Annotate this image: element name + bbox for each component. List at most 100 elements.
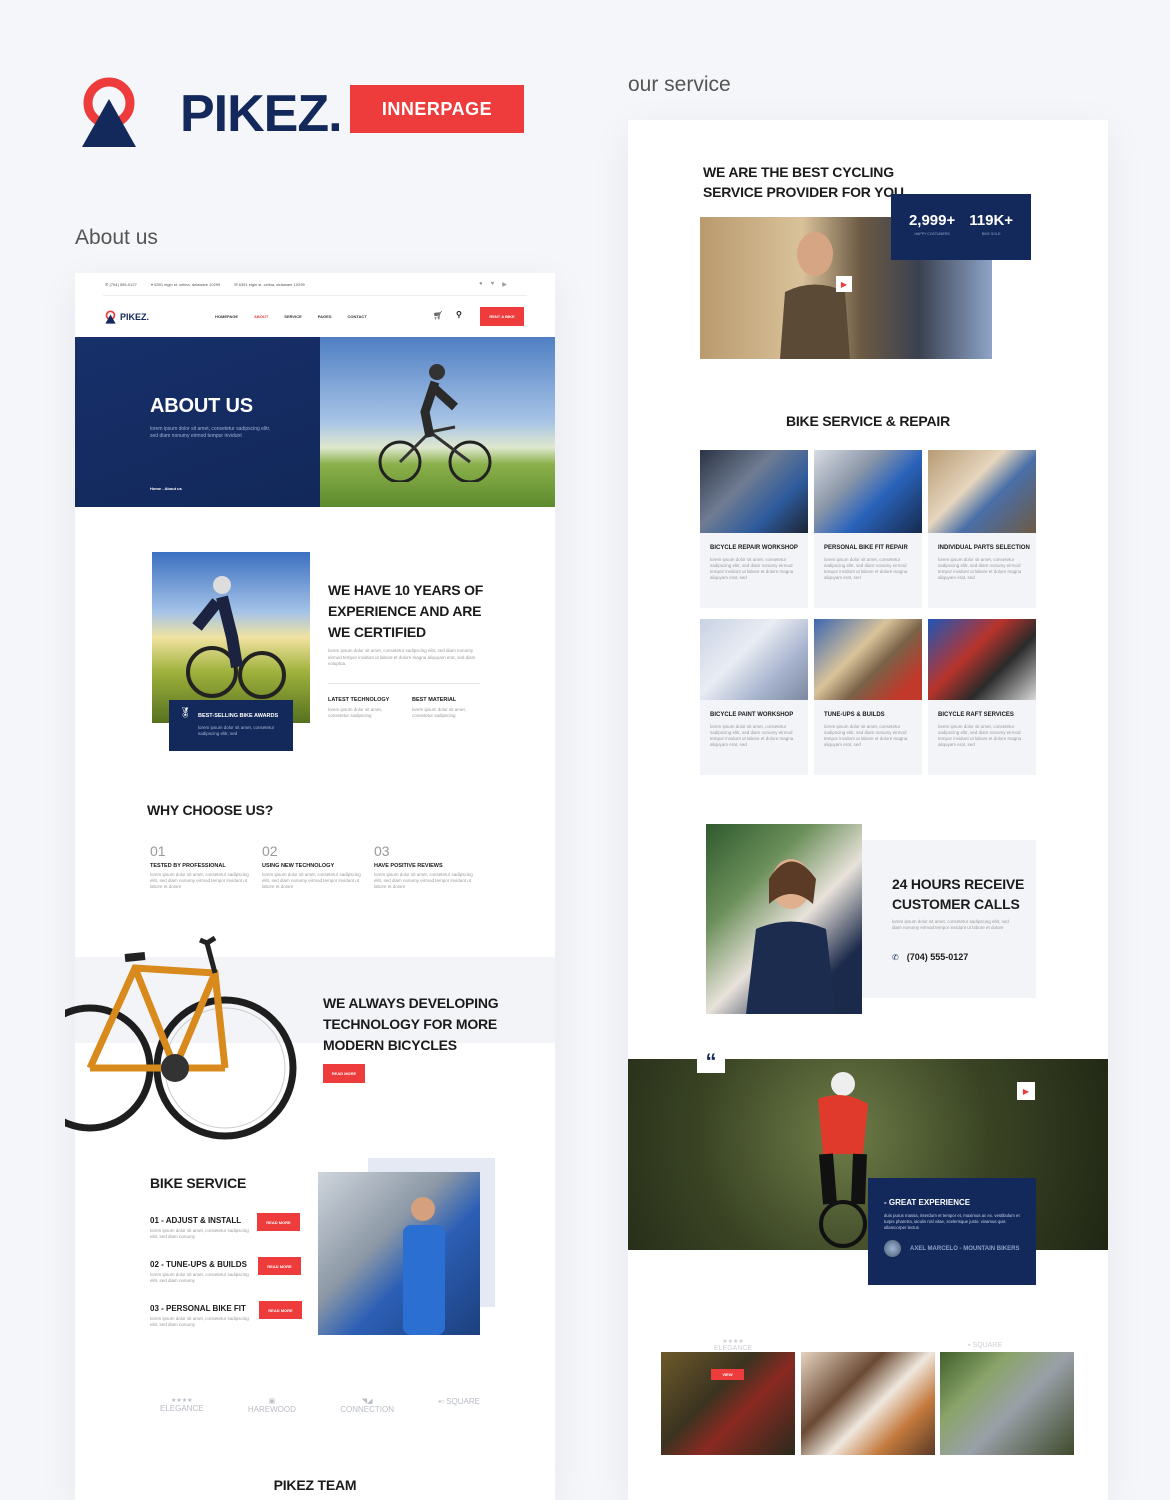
nav-homepage[interactable]: HOMEPAGE — [215, 314, 238, 319]
search-icon[interactable]: ⚲ — [456, 310, 462, 319]
hero-text: lorem ipsum dolor sit amet, consetetur s… — [150, 426, 271, 439]
service-item: 03 - PERSONAL BIKE FIT lorem ipsum dolor… — [150, 1301, 310, 1328]
topbar: ✆ (704) 555-0127 ⌖ 6391 elgin st. celina… — [105, 282, 305, 287]
gallery-photo[interactable]: VIEW — [661, 1352, 795, 1455]
hero-banner: ABOUT US lorem ipsum dolor sit amet, con… — [75, 337, 320, 507]
feature-material: BEST MATERIAL lorem ipsum dolor sit amet… — [412, 697, 487, 719]
twitter-icon[interactable]: ♥ — [491, 281, 495, 288]
topbar-address: 6391 elgin st. celina, delaware 10299 — [154, 282, 221, 287]
card-title: BICYCLE RAFT SERVICES — [938, 712, 1014, 718]
partner-name: SQUARE — [446, 1397, 480, 1406]
nav-about[interactable]: ABOUT — [254, 314, 268, 319]
card-text: lorem ipsum dolor sit amet, consetetur s… — [824, 557, 908, 580]
play-button[interactable]: ▶ — [836, 276, 852, 292]
bike-service-title: BIKE SERVICE — [150, 1175, 247, 1191]
mechanic-figure — [403, 1197, 445, 1335]
read-more-button[interactable]: READ MORE — [259, 1301, 302, 1319]
service-card[interactable]: PERSONAL BIKE FIT REPAIR lorem ipsum dolo… — [814, 450, 922, 608]
partner-logo-connection: ◥◢ CONNECTION — [340, 1398, 394, 1414]
repair-title: BIKE SERVICE & REPAIR — [785, 413, 951, 429]
why-item-title: HAVE POSITIVE REVIEWS — [374, 863, 443, 869]
stat-label: BIKE SOLD — [981, 232, 1001, 236]
view-button[interactable]: VIEW — [711, 1369, 744, 1380]
service-card[interactable]: BICYCLE RAFT SERVICES lorem ipsum dolor s… — [928, 619, 1036, 775]
card-photo — [814, 619, 922, 700]
card-text: lorem ipsum dolor sit amet, consetetur s… — [710, 724, 794, 747]
title-line: SERVICE PROVIDER FOR YOU — [703, 184, 904, 200]
youtube-icon[interactable]: ▶ — [502, 281, 507, 288]
calls-title: 24 HOURS RECEIVE CUSTOMER CALLS — [892, 874, 1024, 914]
divider — [103, 295, 527, 296]
facebook-icon[interactable]: ● — [479, 281, 483, 288]
nav-service[interactable]: SERVICE — [284, 314, 302, 319]
card-photo — [700, 450, 808, 533]
team-title: PIKEZ TEAM — [273, 1477, 357, 1493]
why-item: 01 TESTED BY PROFESSIONAL lorem ipsum do… — [150, 843, 250, 890]
quote-icon: “ — [697, 1045, 725, 1074]
title-line: WE ALWAYS DEVELOPING — [323, 995, 499, 1011]
feature-text: lorem ipsum dolor sit amet, consetetur s… — [412, 707, 467, 718]
agent-figure — [746, 859, 836, 1014]
read-more-button[interactable]: READ MORE — [258, 1257, 301, 1275]
award-icon: 🏅︎ — [179, 708, 192, 719]
service-item-text: lorem ipsum dolor sit amet, consetetur s… — [150, 1228, 249, 1239]
title-line: CUSTOMER CALLS — [892, 896, 1020, 912]
feature-title: BEST MATERIAL — [412, 697, 457, 703]
nav-contact[interactable]: CONTACT — [348, 314, 367, 319]
mechanic-photo — [318, 1172, 480, 1335]
breadcrumb[interactable]: Home - About us — [150, 486, 182, 491]
partner-name: SQUARE — [972, 1342, 1002, 1349]
award-text: lorem ipsum dolor sit amet, consetetur s… — [198, 725, 275, 736]
why-item: 03 HAVE POSITIVE REVIEWS lorem ipsum dol… — [374, 843, 474, 890]
card-title: BICYCLE PAINT WORKSHOP — [710, 712, 794, 718]
service-card[interactable]: TUNE-UPS & BUILDS lorem ipsum dolor sit a… — [814, 619, 922, 775]
topbar-email: 6391 elgin st. celina, delaware 10299 — [238, 282, 305, 287]
address-info: ⌖ 6391 elgin st. celina, delaware 10299 — [150, 282, 221, 287]
card-photo — [814, 450, 922, 533]
service-page-preview: WE ARE THE BEST CYCLING SERVICE PROVIDER… — [628, 120, 1108, 1500]
testimonial-author: AXEL MARCELO - MOUNTAIN BIKERS — [884, 1240, 1020, 1257]
gallery-photo[interactable] — [801, 1352, 935, 1455]
card-title: INDIVIDUAL PARTS SELECTION — [938, 545, 1030, 551]
rent-a-bike-button[interactable]: RENT A BIKE — [480, 307, 524, 326]
stats-box: 2,999+ HAPPY COSTUMERS 119K+ BIKE SOLD — [891, 194, 1031, 260]
cart-icon[interactable]: 🛒︎ — [433, 311, 443, 320]
nav-logo-text: PIKEZ. — [120, 312, 150, 322]
service-card[interactable]: INDIVIDUAL PARTS SELECTION lorem ipsum do… — [928, 450, 1036, 608]
service-card[interactable]: BICYCLE PAINT WORKSHOP lorem ipsum dolor … — [700, 619, 808, 775]
card-text: lorem ipsum dolor sit amet, consetetur s… — [938, 557, 1022, 580]
title-line: WE HAVE 10 YEARS OF — [328, 582, 484, 598]
partner-name: CONNECTION — [340, 1405, 394, 1414]
gallery-photo[interactable] — [940, 1352, 1074, 1455]
phone-link[interactable]: ✆ (704) 555-0127 — [892, 952, 968, 962]
service-item-text: lorem ipsum dolor sit amet, consetetur s… — [150, 1272, 249, 1283]
hero-cyclist-photo — [320, 337, 555, 507]
stat-bikes: 119K+ BIKE SOLD — [969, 212, 1013, 260]
phone-info: ✆ (704) 555-0127 — [105, 282, 137, 287]
card-photo — [928, 450, 1036, 533]
read-more-button[interactable]: READ MORE — [257, 1213, 300, 1231]
service-card[interactable]: BICYCLE REPAIR WORKSHOP lorem ipsum dolor… — [700, 450, 808, 608]
why-item-title: TESTED BY PROFESSIONAL — [150, 863, 226, 869]
read-more-button[interactable]: READ MORE — [323, 1064, 365, 1083]
play-button[interactable]: ▶ — [1017, 1082, 1035, 1100]
calls-text: lorem ipsum dolor sit amet, consetetur s… — [892, 919, 1009, 930]
about-section-label: About us — [75, 226, 158, 249]
why-number: 02 — [262, 843, 278, 859]
hero-title: ABOUT US — [150, 395, 253, 417]
topbar-phone: (704) 555-0127 — [109, 282, 137, 287]
experience-text: lorem ipsum dolor sit amet, consetetur s… — [328, 648, 476, 666]
nav-logo[interactable]: PIKEZ. — [105, 310, 149, 324]
why-number: 03 — [374, 843, 390, 859]
card-title: BICYCLE REPAIR WORKSHOP — [710, 545, 798, 551]
nav-pages[interactable]: PAGES — [318, 314, 332, 319]
cyclist-figure — [186, 576, 286, 699]
feature-text: lorem ipsum dolor sit amet, consetetur s… — [328, 707, 383, 718]
partner-logos: ★★★★ ELEGANCE ▣ HAREWOOD ◥◢ CONNECTION ▪▫ S… — [160, 1397, 480, 1414]
testimonial-title: - GREAT EXPERIENCE — [884, 1198, 971, 1207]
call-agent-photo — [706, 824, 862, 1014]
why-title: WHY CHOOSE US? — [147, 802, 274, 818]
partner-logo-square: ▪▫ SQUARE — [438, 1397, 480, 1406]
card-photo — [928, 619, 1036, 700]
partner-logo-elegance: ★★★★ ELEGANCE — [714, 1339, 753, 1352]
